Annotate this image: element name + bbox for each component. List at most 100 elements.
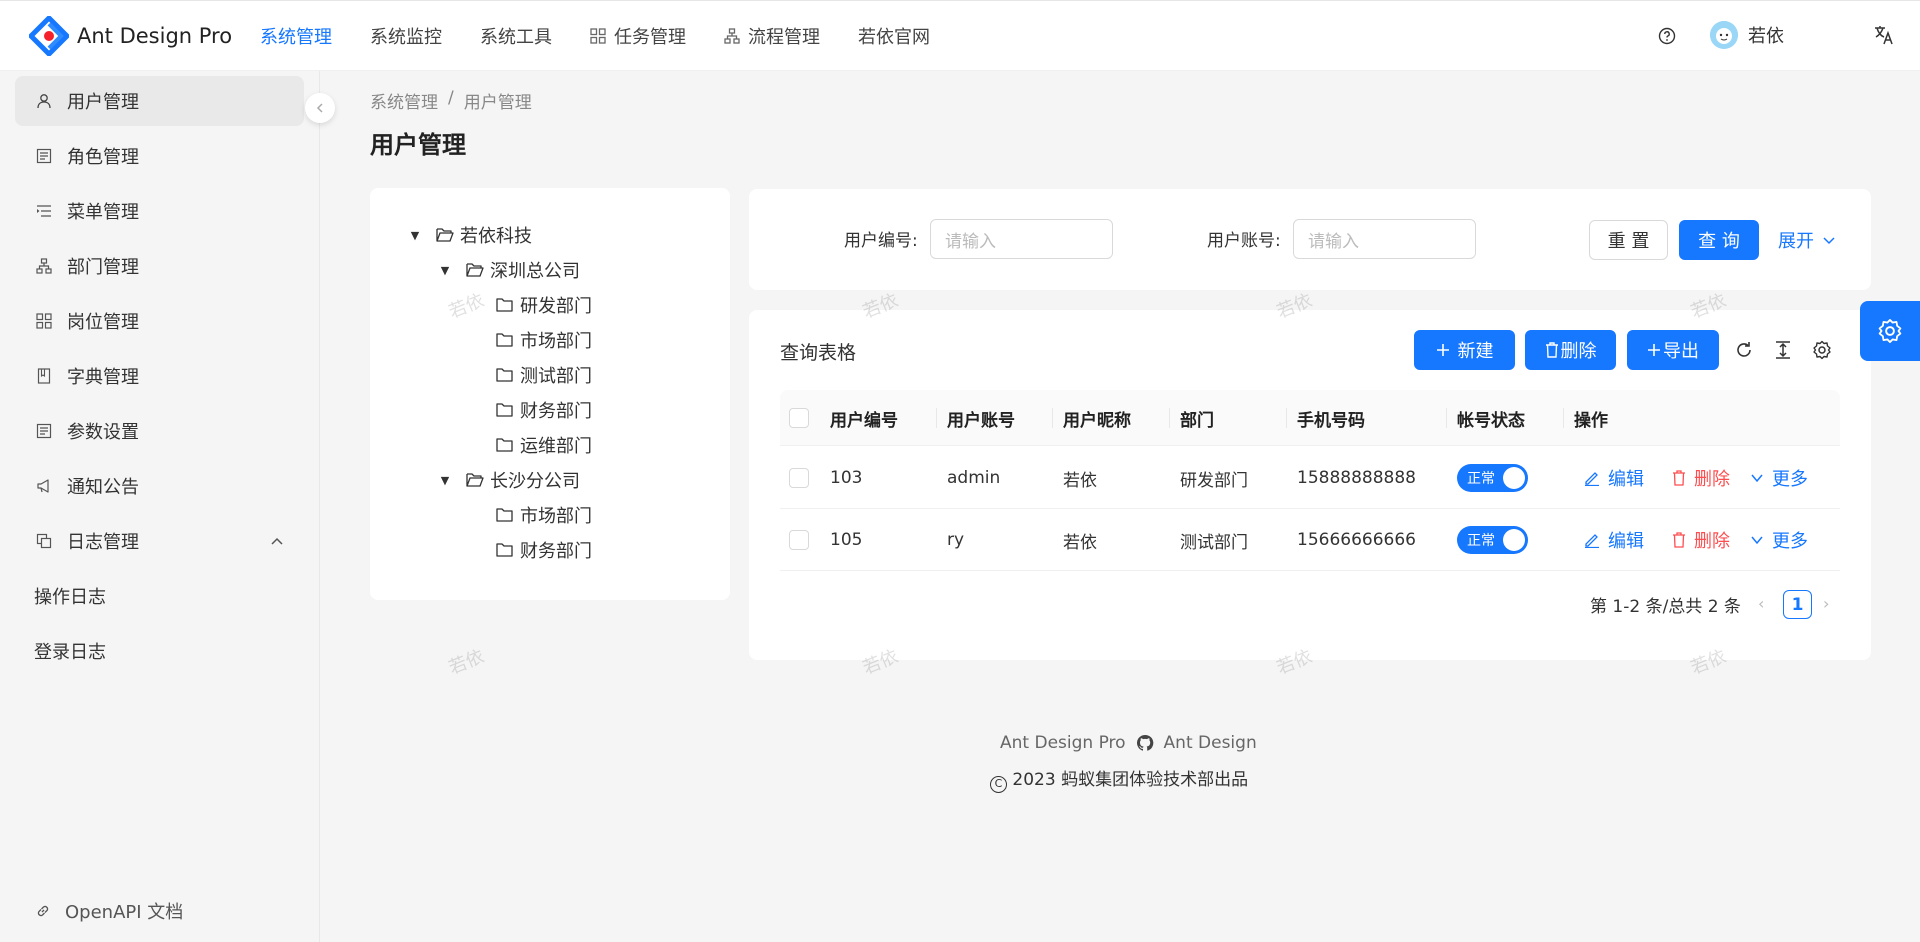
sidebar-item-notice[interactable]: 通知公告 — [15, 461, 304, 511]
sidebar-item-role-management[interactable]: 角色管理 — [15, 131, 304, 181]
column-height-icon[interactable] — [1771, 338, 1795, 362]
tree-node[interactable]: ▼ 深圳总公司 — [440, 255, 580, 285]
folder-open-icon — [466, 262, 484, 278]
topnav-item-task-management[interactable]: 任务管理 — [571, 1, 705, 70]
topnav-item-official-site[interactable]: 若依官网 — [839, 1, 949, 70]
column-header[interactable]: 用户昵称 — [1063, 390, 1131, 446]
tree-node[interactable]: 测试部门 — [496, 360, 592, 390]
expand-button[interactable]: 展开 — [1778, 227, 1836, 253]
tree-node[interactable]: 财务部门 — [496, 535, 592, 565]
caret-down-icon[interactable]: ▼ — [410, 229, 420, 242]
sidebar-item-dict-management[interactable]: 字典管理 — [15, 351, 304, 401]
caret-down-icon[interactable]: ▼ — [440, 264, 450, 277]
delete-icon — [1673, 470, 1685, 486]
sidebar-item-post-management[interactable]: 岗位管理 — [15, 296, 304, 346]
settings-drawer-button[interactable] — [1860, 301, 1920, 361]
sidebar-item-label: 登录日志 — [34, 642, 106, 663]
user-menu[interactable]: 若依 — [1710, 21, 1784, 49]
sidebar-collapse-button[interactable] — [305, 93, 335, 123]
field-label-user-account: 用户账号: — [1207, 226, 1281, 251]
reset-button[interactable]: 重 置 — [1589, 220, 1668, 260]
caret-down-icon[interactable]: ▼ — [440, 474, 450, 487]
tree-node-label: 测试部门 — [520, 366, 592, 387]
breadcrumb-item[interactable]: 系统管理 — [370, 88, 438, 113]
sidebar-item-login-log[interactable]: 登录日志 — [15, 626, 304, 676]
plus-icon — [1436, 344, 1449, 356]
sidebar-item-menu-management[interactable]: 菜单管理 — [15, 186, 304, 236]
new-button[interactable]: 新建 — [1414, 330, 1515, 370]
folder-icon — [496, 542, 514, 558]
column-header[interactable]: 用户编号 — [830, 390, 898, 446]
reload-icon[interactable] — [1732, 338, 1756, 362]
topnav-item-system-monitor[interactable]: 系统监控 — [351, 1, 461, 70]
sidebar-item-param-settings[interactable]: 参数设置 — [15, 406, 304, 456]
tree-node[interactable]: 研发部门 — [496, 290, 592, 320]
setting-icon[interactable] — [1810, 338, 1834, 362]
tree-node[interactable]: 财务部门 — [496, 395, 592, 425]
edit-button[interactable]: 编辑 — [1584, 527, 1644, 553]
status-switch[interactable]: 正常 — [1457, 526, 1528, 554]
cell-dept: 研发部门 — [1180, 470, 1248, 491]
sidebar-item-label: 通知公告 — [67, 477, 139, 498]
status-switch-label: 正常 — [1467, 533, 1495, 549]
page-title: 用户管理 — [370, 131, 466, 159]
logo[interactable]: Ant Design Pro — [29, 15, 241, 56]
tree-node[interactable]: ▼ 长沙分公司 — [440, 465, 580, 495]
cell-nickname: 若依 — [1063, 532, 1097, 553]
topnav-item-flow-management[interactable]: 流程管理 — [705, 1, 839, 70]
tree-node[interactable]: 运维部门 — [496, 430, 592, 460]
pagination-current-page[interactable]: 1 — [1783, 590, 1812, 619]
column-header[interactable]: 部门 — [1180, 390, 1214, 446]
row-checkbox[interactable] — [789, 509, 809, 571]
more-label: 更多 — [1772, 531, 1808, 552]
github-icon[interactable] — [1136, 734, 1154, 752]
sidebar-item-dept-management[interactable]: 部门管理 — [15, 241, 304, 291]
tree-node[interactable]: ▼ 若依科技 — [410, 220, 532, 250]
more-button[interactable]: 更多 — [1750, 527, 1808, 553]
sidebar-item-log-management[interactable]: 日志管理 — [15, 516, 304, 566]
batch-delete-button[interactable]: 删除 — [1525, 330, 1616, 370]
more-button[interactable]: 更多 — [1750, 465, 1808, 491]
user-account-input[interactable]: 请输入 — [1293, 219, 1476, 259]
folder-icon — [496, 332, 514, 348]
sidebar-item-label: 用户管理 — [67, 92, 139, 113]
topnav-item-system-management[interactable]: 系统管理 — [241, 1, 351, 70]
table-card: 查询表格 新建 删除 导出 用户编号 用户账号 用户昵称 部门 手机号码 帐号状… — [749, 310, 1871, 660]
chevron-left-icon[interactable]: ‹ — [1758, 594, 1764, 613]
status-switch[interactable]: 正常 — [1457, 464, 1528, 492]
user-id-input[interactable]: 请输入 — [930, 219, 1113, 259]
cell-phone: 15666666666 — [1297, 530, 1416, 550]
column-header[interactable]: 手机号码 — [1297, 390, 1365, 446]
row-checkbox[interactable] — [789, 447, 809, 509]
cell-actions: 编辑 删除 更多 — [1584, 447, 1808, 509]
sidebar-item-operation-log[interactable]: 操作日志 — [15, 571, 304, 621]
delete-label: 删除 — [1694, 531, 1730, 552]
chevron-right-icon[interactable]: › — [1823, 594, 1829, 613]
table-row: 103 admin 若依 研发部门 15888888888 正常 编辑 删除 更… — [780, 447, 1840, 509]
delete-button[interactable]: 删除 — [1672, 527, 1730, 553]
footer-link[interactable]: Ant Design Pro — [1000, 733, 1126, 753]
tree-node[interactable]: 市场部门 — [496, 500, 592, 530]
delete-button[interactable]: 删除 — [1672, 465, 1730, 491]
select-all-checkbox[interactable] — [789, 390, 809, 446]
openapi-doc-link[interactable]: OpenAPI 文档 — [15, 891, 183, 931]
sidebar-item-user-management[interactable]: 用户管理 — [15, 76, 304, 126]
export-button[interactable]: 导出 — [1627, 330, 1719, 370]
footer-link[interactable]: Ant Design — [1164, 733, 1257, 753]
column-header[interactable]: 帐号状态 — [1457, 390, 1525, 446]
edit-button[interactable]: 编辑 — [1584, 465, 1644, 491]
field-label-colon: : — [912, 231, 918, 251]
pagination-summary: 第 1-2 条/总共 2 条 — [1590, 597, 1741, 617]
translate-icon[interactable] — [1873, 24, 1895, 51]
column-header[interactable]: 用户账号 — [947, 390, 1015, 446]
breadcrumb: 系统管理 / 用户管理 — [370, 88, 532, 113]
folder-icon — [496, 437, 514, 453]
query-button[interactable]: 查 询 — [1679, 220, 1759, 260]
menu-icon — [35, 202, 53, 220]
field-label-user-id: 用户编号: — [844, 226, 918, 251]
topnav-item-system-tools[interactable]: 系统工具 — [461, 1, 571, 70]
tree-node[interactable]: 市场部门 — [496, 325, 592, 355]
folder-open-icon — [436, 227, 454, 243]
cell-nickname: 若依 — [1063, 470, 1097, 491]
question-circle-icon[interactable] — [1656, 25, 1678, 47]
